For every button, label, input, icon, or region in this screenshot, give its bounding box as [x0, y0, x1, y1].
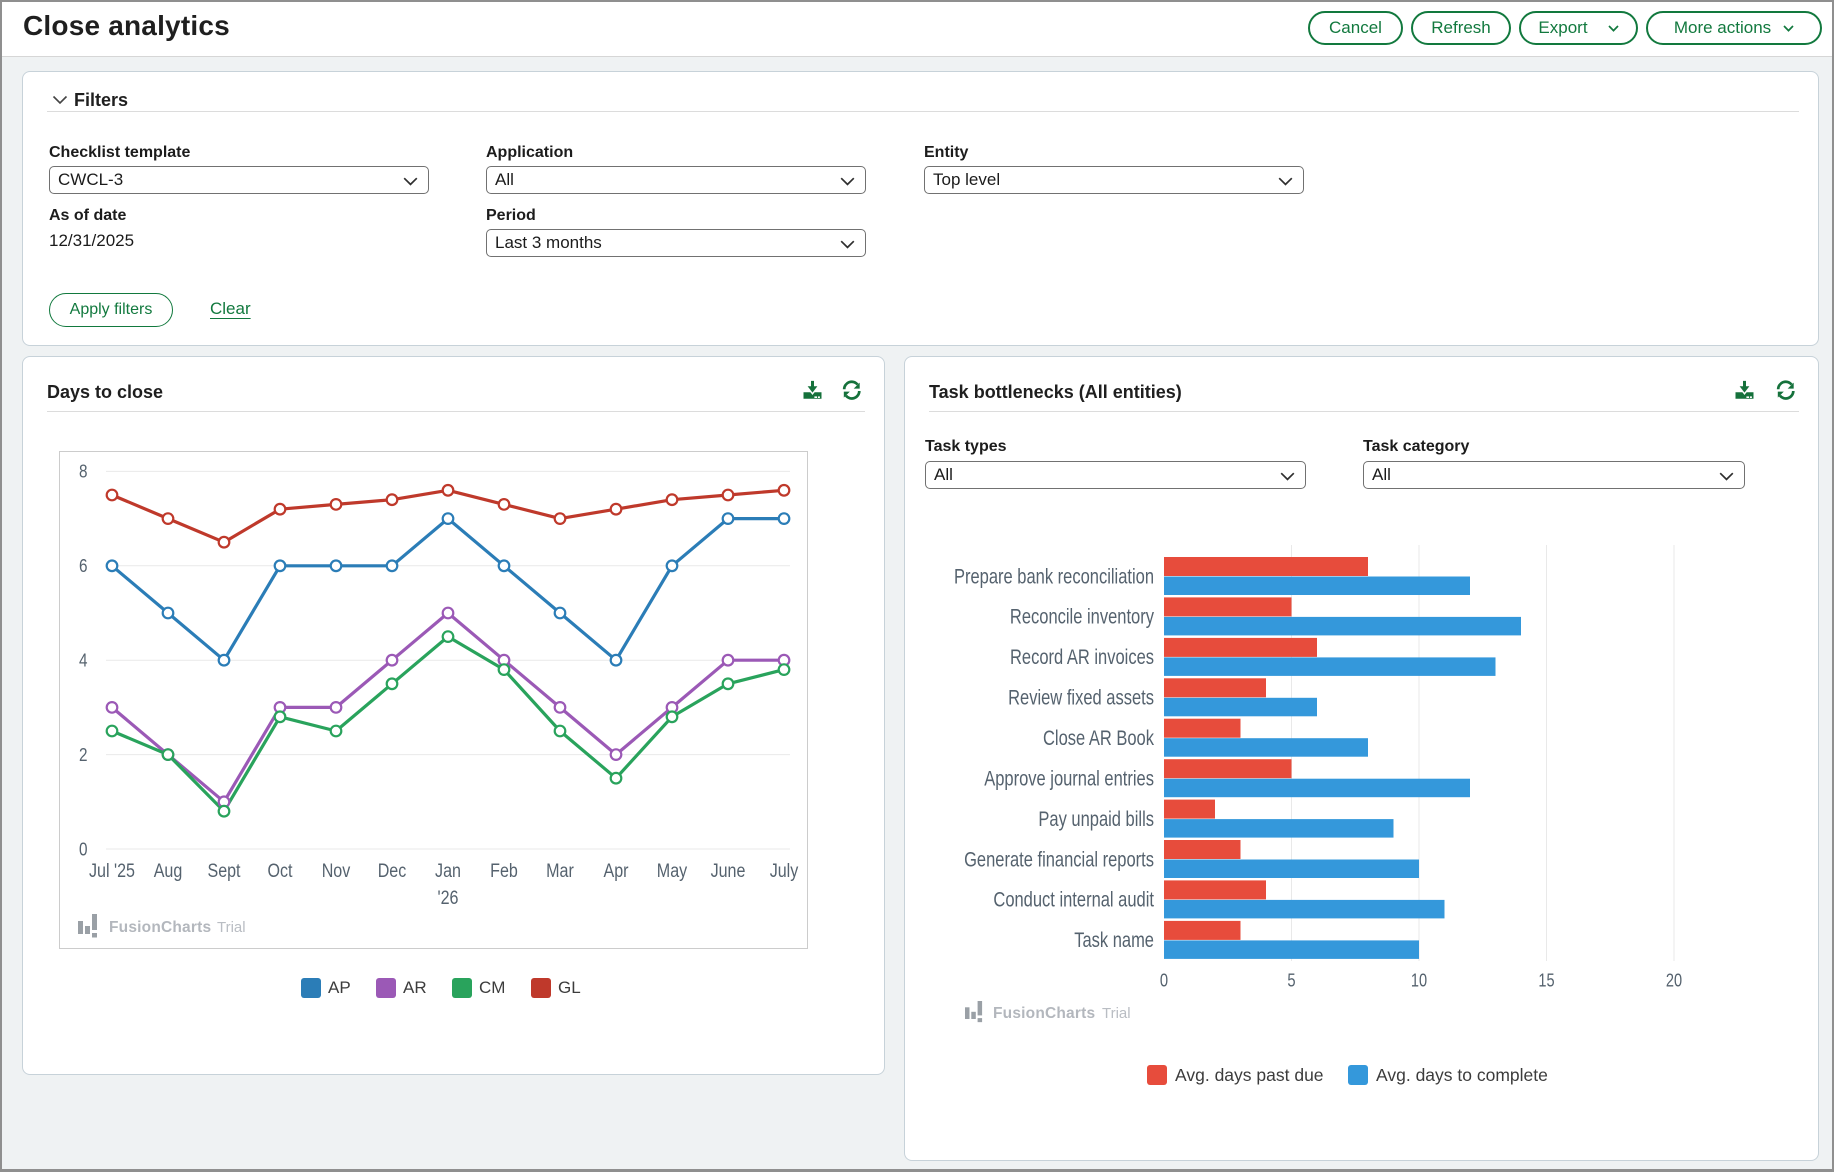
svg-text:Mar: Mar — [546, 861, 574, 882]
svg-text:20: 20 — [1666, 971, 1682, 991]
svg-text:Feb: Feb — [490, 861, 518, 882]
svg-text:Trial: Trial — [217, 919, 246, 936]
svg-text:5: 5 — [1287, 971, 1295, 991]
svg-text:Oct: Oct — [268, 861, 294, 882]
svg-text:6: 6 — [79, 556, 88, 576]
svg-text:Task name: Task name — [1074, 929, 1154, 952]
svg-text:2: 2 — [79, 745, 88, 765]
svg-text:Jan: Jan — [435, 861, 461, 882]
svg-text:'26: '26 — [438, 888, 459, 909]
svg-text:Dec: Dec — [378, 861, 407, 882]
svg-text:8: 8 — [79, 462, 88, 482]
svg-text:Jul '25: Jul '25 — [89, 861, 135, 882]
svg-text:Sept: Sept — [208, 861, 242, 882]
svg-text:Prepare bank reconciliation: Prepare bank reconciliation — [954, 565, 1154, 588]
svg-text:Aug: Aug — [154, 861, 183, 882]
svg-text:Conduct internal audit: Conduct internal audit — [993, 889, 1154, 912]
svg-text:Trial: Trial — [1102, 1005, 1131, 1022]
svg-text:Reconcile inventory: Reconcile inventory — [1010, 606, 1154, 629]
svg-text:10: 10 — [1411, 971, 1427, 991]
svg-text:Approve journal entries: Approve journal entries — [984, 768, 1154, 791]
svg-text:May: May — [657, 861, 688, 882]
svg-text:0: 0 — [79, 839, 88, 859]
svg-text:Nov: Nov — [322, 861, 351, 882]
svg-text:4: 4 — [79, 651, 88, 671]
svg-text:July: July — [770, 861, 799, 882]
svg-text:FusionCharts: FusionCharts — [109, 919, 211, 936]
svg-text:15: 15 — [1538, 971, 1554, 991]
svg-text:Close AR Book: Close AR Book — [1043, 727, 1154, 750]
svg-text:Review fixed assets: Review fixed assets — [1008, 687, 1154, 710]
svg-text:0: 0 — [1160, 971, 1168, 991]
svg-text:FusionCharts: FusionCharts — [993, 1005, 1095, 1022]
svg-text:Apr: Apr — [604, 861, 630, 882]
svg-text:Pay unpaid bills: Pay unpaid bills — [1038, 808, 1154, 831]
svg-text:June: June — [711, 861, 746, 882]
svg-text:Record AR invoices: Record AR invoices — [1010, 646, 1154, 669]
svg-text:Generate financial reports: Generate financial reports — [964, 848, 1154, 871]
